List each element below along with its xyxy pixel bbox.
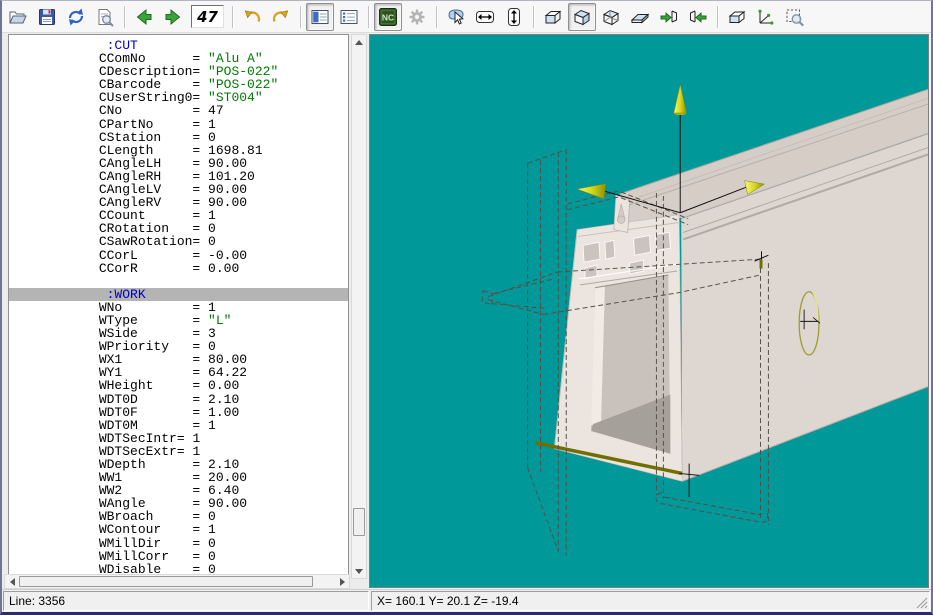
gear-icon	[407, 7, 427, 27]
next-part-button[interactable]	[159, 3, 187, 31]
arrow-right-icon	[163, 7, 183, 27]
toolbar-separator	[124, 6, 125, 28]
panel-list-icon	[310, 7, 330, 27]
view-iso-box-icon	[727, 7, 747, 27]
axis-z-arrow	[674, 84, 687, 115]
prev-part-button[interactable]	[130, 3, 158, 31]
resize-grip[interactable]	[916, 597, 928, 609]
profile-insert-icon	[659, 7, 679, 27]
toolbar: 47 NC	[2, 1, 931, 33]
param-value: 1	[208, 418, 216, 433]
main-area: :CUT CComNo = "Alu A" CDescription= "POS…	[2, 33, 931, 589]
axis-origin-button[interactable]	[752, 3, 780, 31]
vertical-scrollbar[interactable]	[351, 34, 367, 579]
toolbar-separator	[533, 6, 534, 28]
toolbar-separator	[717, 6, 718, 28]
vertical-scroll-thumb[interactable]	[353, 508, 365, 536]
preview-icon	[95, 7, 115, 27]
nc-code-lines: :CUT CComNo = "Alu A" CDescription= "POS…	[9, 35, 348, 576]
fit-width-button[interactable]	[471, 3, 499, 31]
refresh-button[interactable]	[62, 3, 90, 31]
fit-height-button[interactable]	[500, 3, 528, 31]
toolbar-separator	[232, 6, 233, 28]
status-line-number: Line: 3356	[3, 591, 369, 611]
axis-icon	[756, 7, 776, 27]
panel-details-icon	[339, 7, 359, 27]
nc-code-editor[interactable]: :CUT CComNo = "Alu A" CDescription= "POS…	[8, 34, 349, 579]
profile-insert-button[interactable]	[655, 3, 683, 31]
hollow-interior	[591, 275, 670, 454]
scroll-down-button[interactable]	[352, 564, 366, 578]
svg-text:NC: NC	[382, 12, 394, 22]
undo-button[interactable]	[238, 3, 266, 31]
save-button[interactable]	[33, 3, 61, 31]
param-row[interactable]: CCorR = 0.00	[13, 262, 348, 275]
coordinates-text: X= 160.1 Y= 20.1 Z= -19.4	[377, 594, 519, 608]
triangle-left-icon	[10, 578, 15, 586]
view-flat-panel-icon	[630, 7, 650, 27]
toolbar-separator	[368, 6, 369, 28]
triangle-down-icon	[355, 569, 363, 574]
axis-x-arrow	[577, 184, 606, 199]
toolbar-separator	[300, 6, 301, 28]
view-open-box-icon	[543, 7, 563, 27]
triangle-up-icon	[355, 40, 363, 45]
refresh-icon	[66, 7, 86, 27]
details-panel-toggle[interactable]	[335, 3, 363, 31]
settings-button[interactable]	[403, 3, 431, 31]
viewport-3d[interactable]	[369, 34, 929, 588]
scroll-up-button[interactable]	[352, 35, 366, 49]
undo-arrow-icon	[242, 7, 262, 27]
zoom-region-icon	[785, 7, 805, 27]
param-value: 0.00	[208, 261, 239, 276]
profile-eject-icon	[688, 7, 708, 27]
nc-icon: NC	[378, 7, 398, 27]
status-coordinates: X= 160.1 Y= 20.1 Z= -19.4	[371, 591, 930, 611]
redo-button[interactable]	[267, 3, 295, 31]
view-solid-cube-icon	[572, 7, 592, 27]
cursor-icon	[446, 7, 466, 27]
view-wire-cube-icon	[601, 7, 621, 27]
save-icon	[37, 7, 57, 27]
scroll-right-button[interactable]	[335, 575, 349, 589]
code-panel-toggle[interactable]	[306, 3, 334, 31]
horizontal-scrollbar[interactable]	[4, 574, 350, 589]
arrow-left-icon	[134, 7, 154, 27]
view-wire-cube-button[interactable]	[597, 3, 625, 31]
view-open-box-button[interactable]	[539, 3, 567, 31]
profile-eject-button[interactable]	[684, 3, 712, 31]
scene-3d	[370, 35, 928, 587]
open-button[interactable]	[4, 3, 32, 31]
param-label: CCorR =	[13, 261, 208, 276]
redo-arrow-icon	[271, 7, 291, 27]
fit-width-icon	[475, 7, 495, 27]
screw-channel-fin	[614, 195, 630, 233]
line-number-text: Line: 3356	[9, 594, 65, 608]
view-iso-button[interactable]	[723, 3, 751, 31]
view-flat-button[interactable]	[626, 3, 654, 31]
open-icon	[8, 7, 28, 27]
scroll-left-button[interactable]	[5, 575, 19, 589]
view-solid-cube-button[interactable]	[568, 3, 596, 31]
statusbar: Line: 3356 X= 160.1 Y= 20.1 Z= -19.4	[2, 589, 931, 612]
part-number-field[interactable]: 47	[191, 5, 224, 28]
nc-mode-toggle[interactable]: NC	[374, 3, 402, 31]
select-tool-button[interactable]	[442, 3, 470, 31]
app-window: 47 NC :CUT CComNo = "Alu A" CDescription=…	[0, 0, 933, 615]
zoom-region-button[interactable]	[781, 3, 809, 31]
code-panel: :CUT CComNo = "Alu A" CDescription= "POS…	[2, 33, 369, 589]
fit-height-icon	[504, 7, 524, 27]
triangle-right-icon	[340, 578, 345, 586]
toolbar-separator	[436, 6, 437, 28]
print-preview-button[interactable]	[91, 3, 119, 31]
horizontal-scroll-thumb[interactable]	[19, 576, 313, 587]
